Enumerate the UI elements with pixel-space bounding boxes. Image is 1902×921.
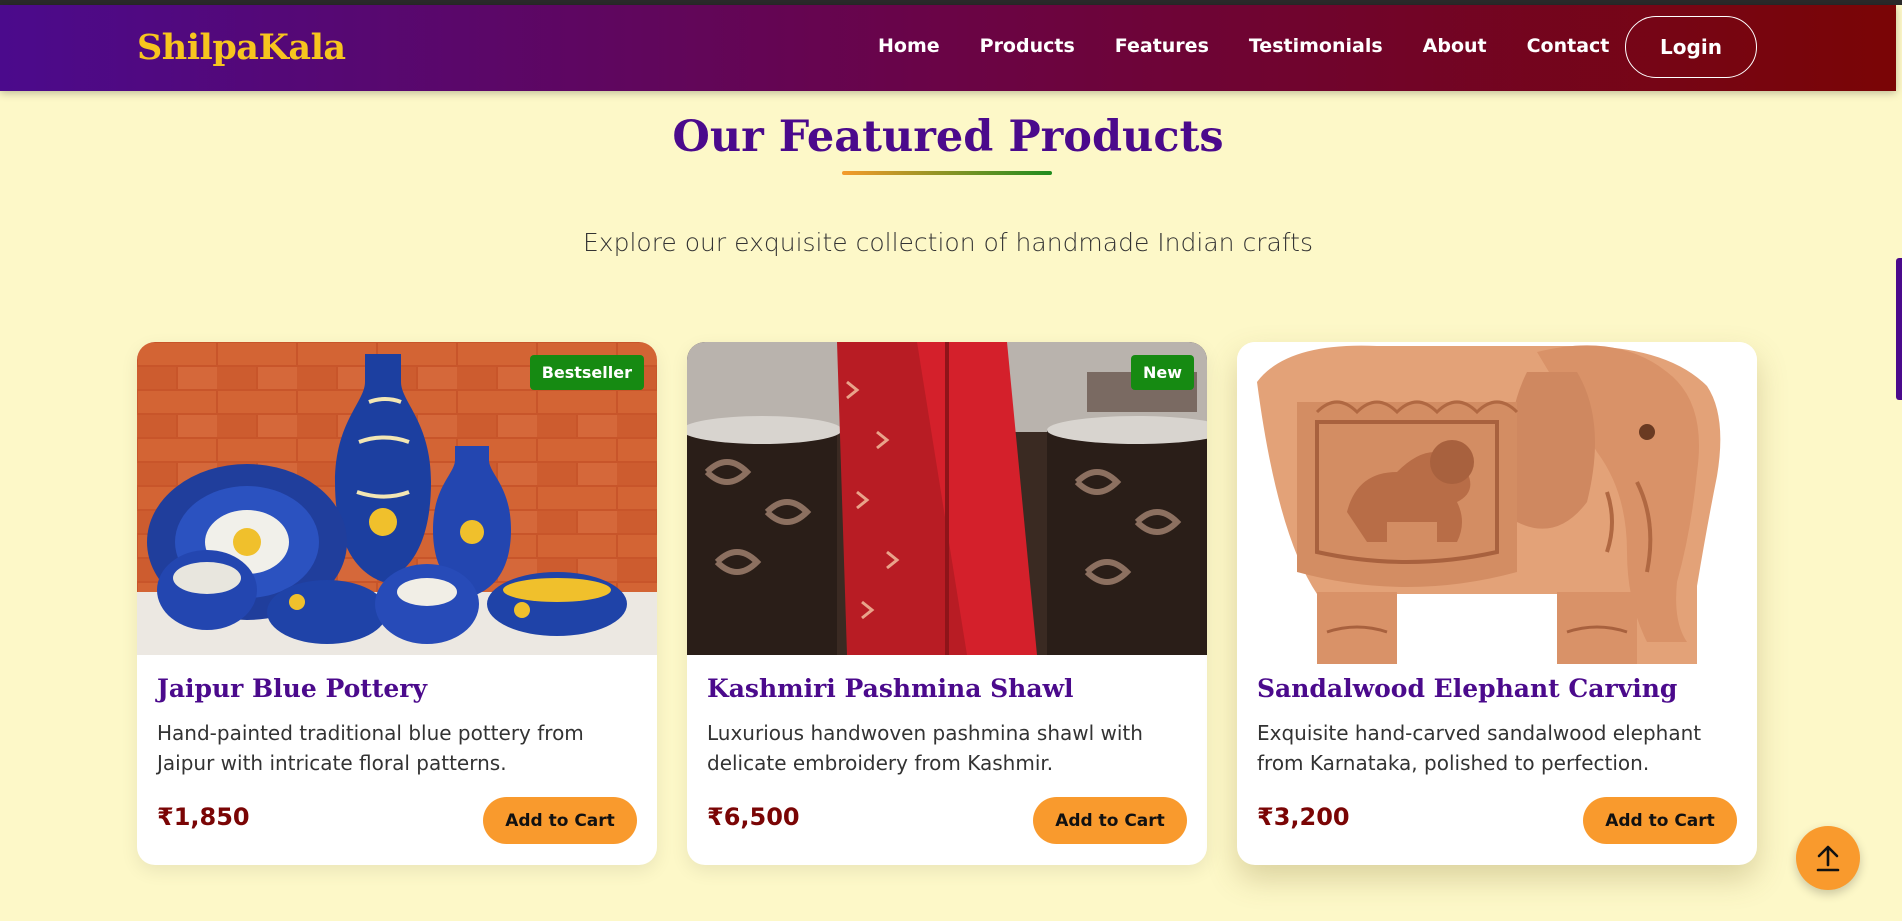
nav-features[interactable]: Features <box>1115 35 1209 57</box>
new-badge: New <box>1130 355 1194 390</box>
section-title: Our Featured Products <box>672 112 1224 162</box>
product-description: Exquisite hand-carved sandalwood elephan… <box>1257 721 1702 775</box>
product-title[interactable]: Jaipur Blue Pottery <box>157 674 427 703</box>
product-title[interactable]: Sandalwood Elephant Carving <box>1257 674 1677 703</box>
product-card[interactable]: Sandalwood Elephant Carving Exquisite ha… <box>1237 342 1757 865</box>
pashmina-shawl-illustration <box>687 342 1207 655</box>
nav-about[interactable]: About <box>1423 35 1487 57</box>
nav-links: Home Products Features Testimonials Abou… <box>838 35 1609 57</box>
bestseller-badge: Bestseller <box>529 355 644 390</box>
title-underline <box>842 171 1052 175</box>
product-price: ₹3,200 <box>1257 803 1350 831</box>
add-to-cart-button[interactable]: Add to Cart <box>1033 797 1187 844</box>
add-to-cart-button[interactable]: Add to Cart <box>1583 797 1737 844</box>
product-description: Luxurious handwoven pashmina shawl with … <box>707 721 1143 775</box>
product-grid: Bestseller Jaipur Blue Pottery Hand-pain… <box>137 342 1757 865</box>
elephant-carving-image <box>1237 342 1757 664</box>
product-title[interactable]: Kashmiri Pashmina Shawl <box>707 674 1074 703</box>
add-to-cart-button[interactable]: Add to Cart <box>483 797 637 844</box>
navbar: ShilpaKala Home Products Features Testim… <box>0 5 1896 91</box>
nav-contact[interactable]: Contact <box>1527 35 1610 57</box>
pashmina-shawl-image <box>687 342 1207 655</box>
product-card[interactable]: Bestseller Jaipur Blue Pottery Hand-pain… <box>137 342 657 865</box>
brand-logo[interactable]: ShilpaKala <box>137 27 346 68</box>
nav-testimonials[interactable]: Testimonials <box>1249 35 1383 57</box>
elephant-carving-illustration <box>1237 342 1757 664</box>
login-button[interactable]: Login <box>1625 16 1757 78</box>
product-card[interactable]: New Kashmiri Pashmina Shawl Luxurious ha… <box>687 342 1207 865</box>
product-description: Hand-painted traditional blue pottery fr… <box>157 721 584 775</box>
arrow-up-icon <box>1816 845 1840 872</box>
scrollbar-thumb[interactable] <box>1896 258 1902 400</box>
back-to-top-button[interactable] <box>1796 826 1860 890</box>
nav-home[interactable]: Home <box>878 35 940 57</box>
nav-products[interactable]: Products <box>980 35 1075 57</box>
product-price: ₹1,850 <box>157 803 250 831</box>
product-price: ₹6,500 <box>707 803 800 831</box>
section-subtitle: Explore our exquisite collection of hand… <box>583 228 1313 257</box>
